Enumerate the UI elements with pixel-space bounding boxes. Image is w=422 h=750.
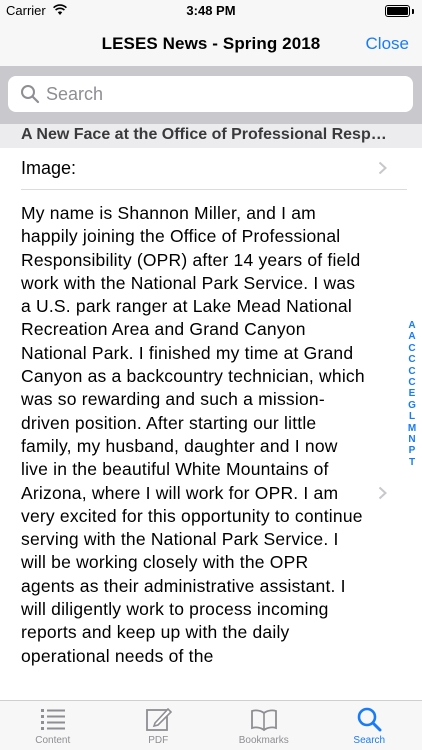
tab-pdf[interactable]: PDF	[106, 701, 212, 750]
tab-label: Bookmarks	[238, 735, 289, 746]
index-letter[interactable]: C	[406, 377, 418, 388]
tab-bookmarks[interactable]: Bookmarks	[211, 701, 317, 750]
index-letter[interactable]: A	[406, 331, 418, 342]
section-index[interactable]: AACCCCEGLMNPT	[406, 320, 418, 468]
page-title: LESES News - Spring 2018	[101, 34, 321, 53]
search-bar: Search	[0, 66, 422, 124]
index-letter[interactable]: C	[406, 354, 418, 365]
status-time: 3:48 PM	[186, 3, 236, 18]
image-row[interactable]: Image:	[0, 148, 422, 190]
search-icon	[21, 85, 40, 104]
list-icon	[40, 709, 65, 730]
search-icon	[357, 707, 382, 732]
index-letter[interactable]: M	[406, 423, 418, 434]
search-placeholder: Search	[46, 84, 104, 104]
tab-bar: Content PDF Bookmarks Search	[0, 700, 422, 750]
index-letter[interactable]: A	[406, 320, 418, 331]
search-input[interactable]: Search	[8, 76, 413, 112]
index-letter[interactable]: T	[406, 457, 418, 468]
index-letter[interactable]: C	[406, 366, 418, 377]
article-body-text: My name is Shannon Miller, and I am happ…	[21, 203, 365, 666]
chevron-right-icon	[378, 161, 387, 175]
section-header-title: A New Face at the Office of Professional…	[21, 126, 391, 143]
battery-icon	[385, 5, 410, 17]
section-header: A New Face at the Office of Professional…	[0, 124, 422, 148]
image-row-label: Image:	[21, 158, 77, 178]
index-letter[interactable]: G	[406, 400, 418, 411]
status-bar: Carrier 3:48 PM	[0, 0, 422, 22]
index-letter[interactable]: L	[406, 411, 418, 422]
battery-cap	[412, 9, 414, 14]
close-button[interactable]: Close	[366, 34, 409, 54]
tab-search[interactable]: Search	[317, 701, 422, 750]
pencil-square-icon	[146, 707, 173, 731]
book-icon	[250, 709, 277, 732]
index-letter[interactable]: P	[406, 445, 418, 456]
article-body-row[interactable]: My name is Shannon Miller, and I am happ…	[0, 190, 405, 700]
tab-content[interactable]: Content	[0, 701, 106, 750]
tab-label: Content	[35, 735, 71, 746]
tab-label: PDF	[148, 735, 169, 746]
chevron-right-icon	[378, 486, 387, 500]
index-letter[interactable]: N	[406, 434, 418, 445]
navigation-bar: LESES News - Spring 2018 Close	[0, 22, 422, 66]
index-letter[interactable]: E	[406, 388, 418, 399]
tab-label: Search	[353, 735, 386, 746]
index-letter[interactable]: C	[406, 343, 418, 354]
battery-fill	[387, 7, 408, 15]
